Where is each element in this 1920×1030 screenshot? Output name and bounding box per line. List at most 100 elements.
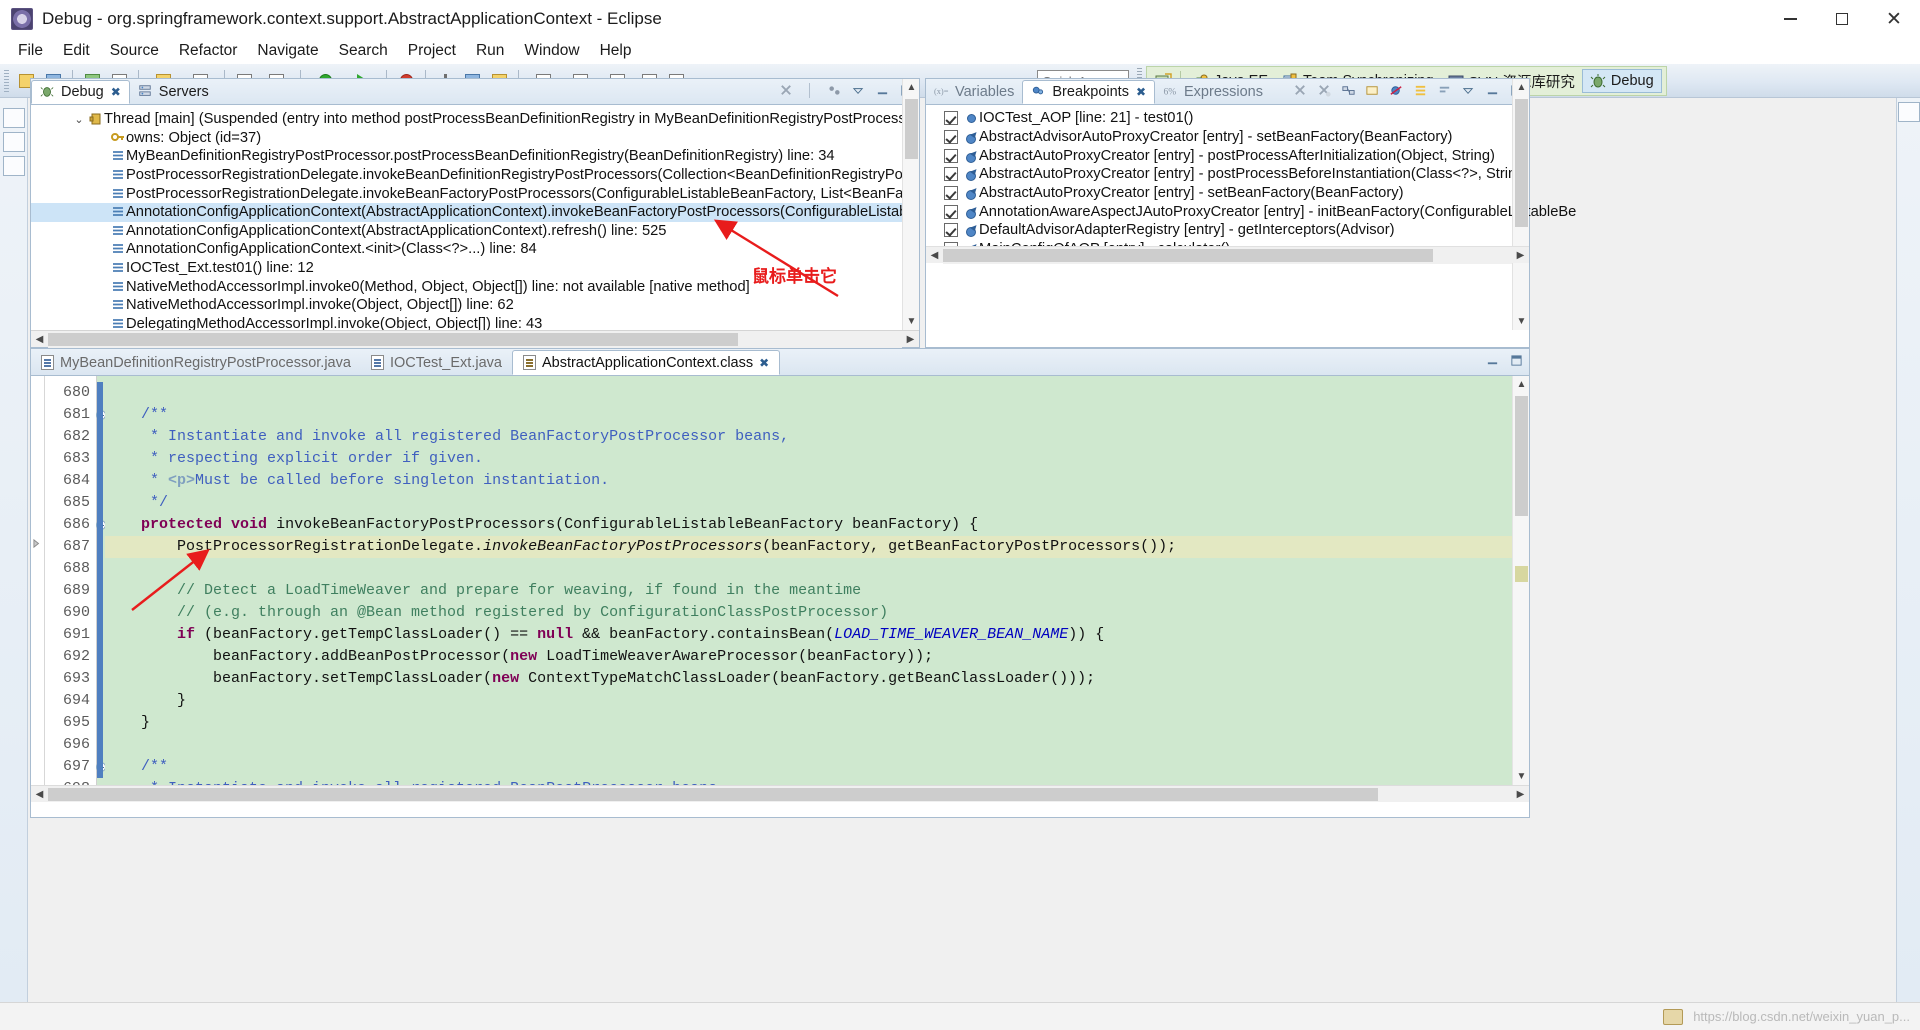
toolbar-grip[interactable] [4,69,9,92]
breakpoints-hscrollbar[interactable]: ◀ ▶ [926,246,1529,264]
menu-navigate[interactable]: Navigate [247,40,328,62]
breakpoint-checkbox[interactable] [944,111,958,126]
breakpoint-checkbox[interactable] [944,167,958,182]
vscroll-thumb[interactable] [1515,99,1528,227]
debug-tree-row[interactable]: PostProcessorRegistrationDelegate.invoke… [31,166,919,185]
debug-stack-tree[interactable]: ⌄ Thread [main] (Suspended (entry into me… [31,105,919,333]
view-menu-icon[interactable] [849,81,867,99]
scroll-down-icon[interactable]: ▼ [903,313,920,330]
new-breakpoint-group-icon[interactable] [1363,81,1381,99]
tab-expressions[interactable]: 6% Expressions [1155,80,1271,104]
link-with-debug-view-icon[interactable] [1339,81,1357,99]
breakpoint-checkbox[interactable] [944,186,958,201]
breakpoint-checkbox[interactable] [944,223,958,238]
expand-arrow-icon[interactable]: ⌄ [71,113,87,126]
debug-tree-row[interactable]: NativeMethodAccessorImpl.invoke(Object, … [31,296,919,315]
breakpoints-vscrollbar[interactable]: ▲ ▼ [1512,79,1529,330]
code-area[interactable]: 680 681 682 683 684 685 686 687 688 689 690 691 692 6… [31,376,1529,802]
breakpoint-row[interactable]: AbstractAutoProxyCreator [entry] - setBe… [926,184,1529,203]
package-explorer-fastview-icon[interactable] [2,132,25,152]
scroll-up-icon[interactable]: ▲ [1513,79,1530,96]
tab-variables[interactable]: (x)= Variables [926,80,1022,104]
remove-all-breakpoints-icon[interactable] [1315,81,1333,99]
close-icon[interactable]: ✖ [759,356,769,370]
debug-tree-row[interactable]: AnnotationConfigApplicationContext.<init… [31,240,919,259]
tab-debug[interactable]: Debug ✖ [31,80,130,104]
breakpoint-row[interactable]: AnnotationAwareAspectJAutoProxyCreator [… [926,202,1576,221]
breakpoint-checkbox[interactable] [944,130,958,145]
menu-project[interactable]: Project [398,40,466,62]
remove-all-terminated-icon[interactable] [777,81,795,99]
menu-edit[interactable]: Edit [53,40,100,62]
hscroll-thumb[interactable] [48,787,1378,801]
menu-file[interactable]: File [8,40,53,62]
expand-all-icon[interactable] [1411,81,1429,99]
debug-tree-row[interactable]: ⌄ Thread [main] (Suspended (entry into me… [31,110,919,129]
source-code[interactable]: /** * Instantiate and invoke all registe… [105,376,1512,802]
breakpoint-row[interactable]: IOCTest_AOP [line: 21] - test01() [926,109,1529,128]
editor-hscrollbar[interactable]: ◀ ▶ [31,785,1529,802]
minimize-view-icon[interactable] [873,81,891,99]
breakpoints-view-menu-icon[interactable] [1459,81,1477,99]
scroll-down-icon[interactable]: ▼ [1513,313,1530,330]
vscroll-thumb[interactable] [905,99,918,159]
close-icon[interactable]: ✖ [111,85,121,99]
editor-tab-abstractapplicationcontext[interactable]: AbstractApplicationContext.class ✖ [511,350,781,375]
maximize-editor-icon[interactable] [1507,351,1525,369]
skip-all-breakpoints-icon[interactable] [1387,81,1405,99]
scroll-right-icon[interactable]: ▶ [902,331,919,348]
menu-search[interactable]: Search [329,40,398,62]
breakpoints-list[interactable]: IOCTest_AOP [line: 21] - test01() Abstrac… [926,105,1576,259]
menu-window[interactable]: Window [514,40,589,62]
outline-fastview-icon[interactable] [2,156,25,176]
debug-view-options-icon[interactable] [825,81,843,99]
menu-refactor[interactable]: Refactor [169,40,248,62]
scroll-left-icon[interactable]: ◀ [926,247,943,264]
breakpoint-row[interactable]: AbstractAdvisorAutoProxyCreator [entry] … [926,128,1529,147]
scroll-up-icon[interactable]: ▲ [1513,376,1529,393]
debug-view-vscrollbar[interactable]: ▲ ▼ [902,79,919,330]
scroll-up-icon[interactable]: ▲ [903,79,920,96]
debug-tree-row[interactable]: PostProcessorRegistrationDelegate.invoke… [31,184,919,203]
tab-servers[interactable]: Servers [130,80,217,104]
outline-minimized-icon[interactable] [1897,102,1920,122]
scroll-left-icon[interactable]: ◀ [31,331,48,348]
hscroll-thumb[interactable] [943,248,1433,262]
debug-tree-row[interactable]: MyBeanDefinitionRegistryPostProcessor.po… [31,147,919,166]
menu-source[interactable]: Source [100,40,169,62]
breakpoint-row[interactable]: AbstractAutoProxyCreator [entry] - postP… [926,165,1529,184]
editor-tab-mybeandefinitionregistrypostprocessor[interactable]: MyBeanDefinitionRegistryPostProcessor.ja… [31,350,361,375]
minimize-view-icon[interactable] [1483,81,1501,99]
editor-vscrollbar[interactable]: ▲ ▼ [1512,376,1529,785]
restore-view-icon[interactable] [2,108,25,128]
collapse-all-icon[interactable] [1435,81,1453,99]
scroll-down-icon[interactable]: ▼ [1513,768,1529,785]
breakpoint-checkbox[interactable] [944,148,958,163]
breakpoint-ruler[interactable] [31,376,45,802]
minimize-editor-icon[interactable] [1483,351,1501,369]
hscroll-thumb[interactable] [48,332,738,346]
scroll-right-icon[interactable]: ▶ [1512,786,1529,803]
vscroll-thumb[interactable] [1515,396,1528,516]
scroll-left-icon[interactable]: ◀ [31,786,48,803]
menu-run[interactable]: Run [466,40,514,62]
close-button[interactable]: ✕ [1868,0,1920,38]
menu-help[interactable]: Help [590,40,642,62]
debug-tree-row[interactable]: owns: Object (id=37) [31,129,919,148]
overview-marker[interactable] [1515,566,1528,582]
minimize-button[interactable] [1764,0,1816,38]
tab-breakpoints[interactable]: Breakpoints ✖ [1022,80,1156,104]
debug-tree-row[interactable]: AnnotationConfigApplicationContext(Abstr… [31,202,919,222]
debug-view-hscrollbar[interactable]: ◀ ▶ [31,330,919,348]
perspective-debug[interactable]: Debug [1581,69,1662,93]
remove-breakpoint-icon[interactable] [1291,81,1309,99]
breakpoint-row[interactable]: AbstractAutoProxyCreator [entry] - postP… [926,146,1529,165]
debug-tree-row[interactable]: AnnotationConfigApplicationContext(Abstr… [31,222,919,241]
editor-tab-ioctest-ext[interactable]: IOCTest_Ext.java [361,350,512,375]
breakpoint-checkbox[interactable] [944,204,958,219]
maximize-button[interactable] [1816,0,1868,38]
breakpoint-row[interactable]: DefaultAdvisorAdapterRegistry [entry] - … [926,221,1529,240]
close-icon[interactable]: ✖ [1136,85,1146,99]
scroll-right-icon[interactable]: ▶ [1512,247,1529,264]
